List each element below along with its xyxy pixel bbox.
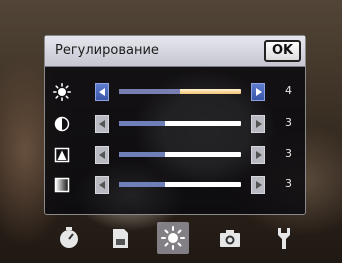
brightness-value: 4 — [285, 84, 292, 97]
saturation-increase-button[interactable] — [251, 176, 265, 194]
sharpness-icon — [54, 147, 70, 163]
saturation-slider[interactable] — [119, 182, 241, 187]
brightness-decrease-button[interactable] — [95, 83, 109, 101]
camera-viewfinder: Регулирование OK 4 3 3 3 — [0, 0, 342, 263]
saturation-row: 3 — [45, 174, 305, 196]
contrast-slider[interactable] — [119, 121, 241, 126]
contrast-value: 3 — [285, 116, 292, 129]
dialog-titlebar: Регулирование OK — [45, 36, 305, 67]
sharpness-row: 3 — [45, 144, 305, 166]
adjustment-button[interactable] — [157, 222, 189, 254]
sharpness-slider[interactable] — [119, 152, 241, 157]
saturation-icon — [54, 177, 70, 193]
sharpness-decrease-button[interactable] — [95, 146, 109, 164]
settings-button[interactable] — [268, 222, 300, 254]
dialog-title: Регулирование — [55, 43, 159, 58]
brightness-slider[interactable] — [119, 89, 241, 94]
brightness-slider-fill — [119, 89, 180, 94]
sharpness-slider-fill — [119, 152, 165, 157]
camera-icon — [220, 230, 240, 247]
brightness-icon — [161, 226, 185, 250]
timer-button[interactable] — [53, 222, 85, 254]
ok-button[interactable]: OK — [264, 40, 301, 62]
saturation-slider-fill — [119, 182, 165, 187]
contrast-icon — [54, 116, 70, 132]
bottom-toolbar — [0, 212, 342, 263]
settings-wrench-icon — [278, 228, 290, 249]
adjustment-dialog: Регулирование OK 4 3 3 3 — [44, 35, 306, 215]
brightness-icon — [53, 83, 71, 101]
saturation-decrease-button[interactable] — [95, 176, 109, 194]
contrast-decrease-button[interactable] — [95, 115, 109, 133]
camera-button[interactable] — [214, 222, 246, 254]
sharpness-value: 3 — [285, 147, 292, 160]
memory-card-icon — [113, 229, 128, 248]
sharpness-increase-button[interactable] — [251, 146, 265, 164]
contrast-row: 3 — [45, 113, 305, 135]
timer-icon — [60, 227, 78, 248]
contrast-slider-fill — [119, 121, 165, 126]
brightness-row: 4 — [45, 81, 305, 103]
saturation-value: 3 — [285, 177, 292, 190]
contrast-increase-button[interactable] — [251, 115, 265, 133]
brightness-increase-button[interactable] — [251, 83, 265, 101]
storage-button[interactable] — [104, 222, 136, 254]
